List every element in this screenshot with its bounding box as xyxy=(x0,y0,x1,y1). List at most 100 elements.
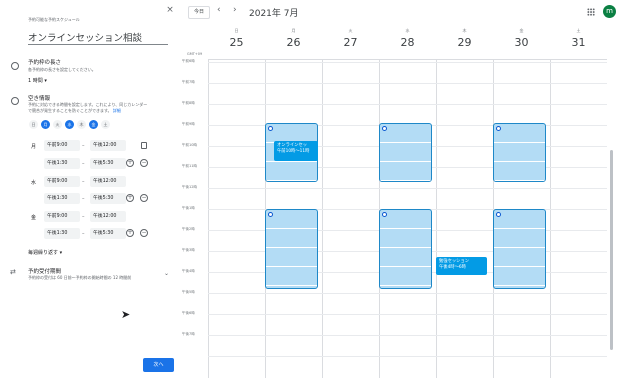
remove-time-icon[interactable]: − xyxy=(140,194,148,202)
slot-row xyxy=(380,162,431,181)
calendar-event[interactable]: 勉強セッション 午後4時〜6時 xyxy=(436,257,487,275)
availability-desc-2: で競合が発生することを防ぐことができます。 xyxy=(28,108,112,113)
availability-desc-2-line: で競合が発生することを防ぐことができます。 詳細 xyxy=(28,108,121,114)
end-time-field[interactable]: 午後5:30 xyxy=(90,193,126,204)
today-button[interactable]: 今日 xyxy=(188,6,210,19)
hour-label: 午後7時 xyxy=(182,332,195,336)
duration-dropdown[interactable]: 1 時間 ▾ xyxy=(28,77,47,84)
hour-label: 午前6時 xyxy=(182,59,195,63)
hour-label: 午後5時 xyxy=(182,290,195,294)
schedule-icon xyxy=(11,97,19,105)
start-time-field[interactable]: 午後1:30 xyxy=(44,193,80,204)
start-time-field[interactable]: 午後1:30 xyxy=(44,158,80,169)
availability-slot[interactable] xyxy=(265,209,318,289)
row-day-label: 水 xyxy=(31,180,37,186)
slot-row xyxy=(380,229,431,248)
hour-line xyxy=(208,104,607,105)
copy-icon[interactable] xyxy=(141,142,147,149)
day-header-mon[interactable]: 月 26 xyxy=(265,28,322,49)
slot-row xyxy=(380,124,431,143)
availability-slot[interactable] xyxy=(379,209,432,289)
hour-label: 午前9時 xyxy=(182,122,195,126)
clock-icon xyxy=(11,62,19,70)
chevron-right-icon[interactable]: › xyxy=(233,5,237,15)
chevron-left-icon[interactable]: ‹ xyxy=(217,5,221,15)
remove-time-icon[interactable]: − xyxy=(140,229,148,237)
day-header-fri[interactable]: 金 30 xyxy=(493,28,550,49)
apps-grid-icon[interactable] xyxy=(587,8,595,16)
start-time-field[interactable]: 午前9:00 xyxy=(44,140,80,151)
hour-label: 午後12時 xyxy=(182,185,197,189)
scrollbar[interactable] xyxy=(610,150,613,350)
hour-label: 午前7時 xyxy=(182,80,195,84)
start-time-field[interactable]: 午前9:00 xyxy=(44,211,80,222)
slot-row xyxy=(380,248,431,267)
day-header-thu[interactable]: 木 29 xyxy=(436,28,493,49)
calendar-event[interactable]: オンラインセッ 午前10時〜11時 xyxy=(274,141,318,161)
range-separator: – xyxy=(82,161,85,167)
hour-line xyxy=(208,335,607,336)
hour-label: 午後1時 xyxy=(182,206,195,210)
repeat-value: 毎週繰り返す xyxy=(28,250,59,256)
day-toggle-sun[interactable]: 日 xyxy=(29,120,38,129)
next-button[interactable]: 次へ xyxy=(143,358,174,372)
avatar[interactable]: m xyxy=(603,5,616,18)
booking-icon xyxy=(496,212,501,217)
booking-period-heading[interactable]: 予約受付期間 xyxy=(28,267,61,275)
slot-row xyxy=(266,210,317,229)
hour-line xyxy=(208,62,607,63)
day-toggle-thu[interactable]: 木 xyxy=(77,120,86,129)
duration-desc: 各予約枠の長さを設定してください。 xyxy=(28,67,96,72)
hour-line xyxy=(208,314,607,315)
hour-label: 午後2時 xyxy=(182,227,195,231)
day-toggle-mon[interactable]: 月 xyxy=(41,120,50,129)
day-name: 日 xyxy=(234,28,239,33)
row-day-label: 金 xyxy=(31,215,37,221)
slot-row xyxy=(494,248,545,267)
schedule-title-field[interactable]: オンラインセッション相談 xyxy=(28,30,142,44)
day-header-sat[interactable]: 土 31 xyxy=(550,28,607,49)
hour-line xyxy=(208,293,607,294)
day-number: 28 xyxy=(400,36,415,49)
chevron-down-icon[interactable]: ⌄ xyxy=(164,270,169,277)
learn-more-link[interactable]: 詳細 xyxy=(113,108,121,113)
end-time-field[interactable]: 午後12:00 xyxy=(90,211,126,222)
day-toggle-fri[interactable]: 金 xyxy=(89,120,98,129)
availability-heading: 空き情報 xyxy=(28,96,51,102)
hour-line xyxy=(208,188,607,189)
availability-slot[interactable] xyxy=(493,209,546,289)
end-time-field[interactable]: 午後5:30 xyxy=(90,158,126,169)
remove-time-icon[interactable]: − xyxy=(140,159,148,167)
availability-slot[interactable] xyxy=(379,123,432,182)
day-name: 月 xyxy=(291,28,296,33)
day-header-wed[interactable]: 水 28 xyxy=(379,28,436,49)
column-divider xyxy=(550,60,551,378)
day-name: 火 xyxy=(348,28,353,33)
day-toggle-wed[interactable]: 水 xyxy=(65,120,74,129)
hour-label: 午前10時 xyxy=(182,143,197,147)
day-toggle-tue[interactable]: 火 xyxy=(53,120,62,129)
add-time-icon[interactable]: + xyxy=(126,159,134,167)
day-header-sun[interactable]: 日 25 xyxy=(208,28,265,49)
event-time: 午前10時〜11時 xyxy=(277,148,310,154)
slot-row xyxy=(494,210,545,229)
booking-icon xyxy=(268,212,273,217)
day-toggle-sat[interactable]: 土 xyxy=(101,120,110,129)
event-time: 午後4時〜6時 xyxy=(439,264,466,270)
title-underline xyxy=(28,44,168,45)
end-time-field[interactable]: 午後12:00 xyxy=(90,140,126,151)
start-time-field[interactable]: 午後1:30 xyxy=(44,228,80,239)
add-time-icon[interactable]: + xyxy=(126,229,134,237)
close-icon[interactable]: × xyxy=(165,5,175,15)
hour-label: 午後6時 xyxy=(182,311,195,315)
start-time-field[interactable]: 午前9:00 xyxy=(44,176,80,187)
end-time-field[interactable]: 午後12:00 xyxy=(90,176,126,187)
add-time-icon[interactable]: + xyxy=(126,194,134,202)
repeat-dropdown[interactable]: 毎週繰り返す ▾ xyxy=(28,249,62,256)
day-number: 25 xyxy=(229,36,244,49)
day-header-tue[interactable]: 火 27 xyxy=(322,28,379,49)
day-number: 31 xyxy=(571,36,586,49)
time-grid[interactable]: オンラインセッ 午前10時〜11時 勉強セッション 午後4時〜6時 xyxy=(208,59,607,378)
availability-slot[interactable] xyxy=(493,123,546,182)
end-time-field[interactable]: 午後5:30 xyxy=(90,228,126,239)
